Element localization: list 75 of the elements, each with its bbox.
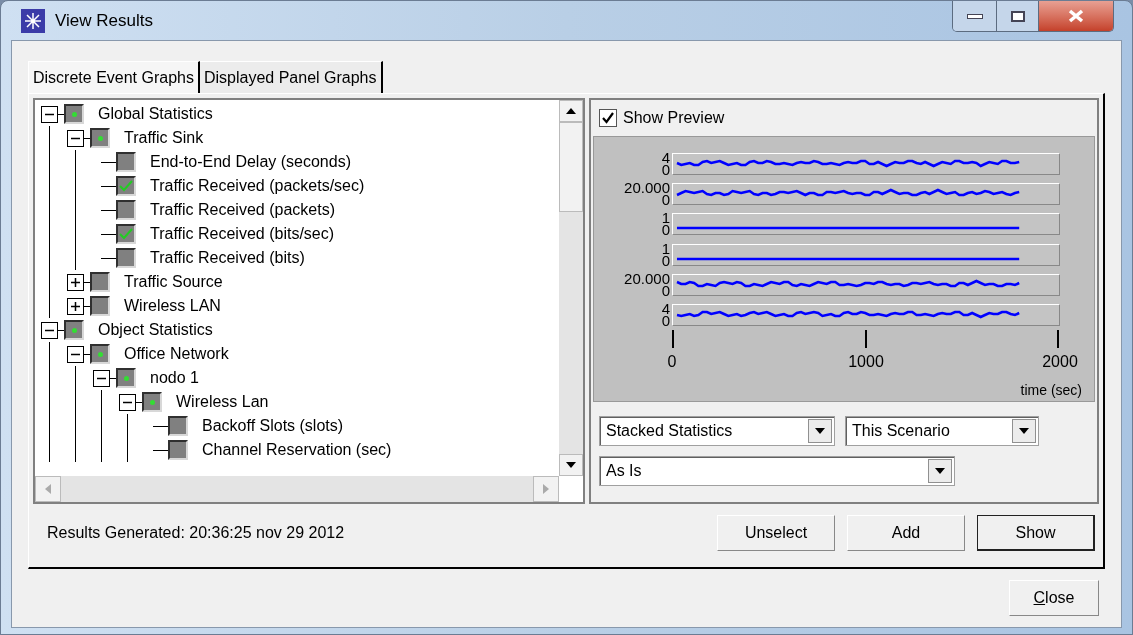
expand-icon[interactable] (67, 273, 84, 291)
axis-label: 0 (661, 164, 670, 177)
tree-item[interactable]: Object Statistics (98, 318, 213, 342)
tree-item[interactable]: Traffic Received (packets/sec) (150, 174, 365, 198)
tree-item[interactable]: Office Network (124, 342, 229, 366)
collapse-icon[interactable] (67, 129, 84, 147)
tick-label: 1000 (847, 352, 885, 373)
scroll-thumb[interactable] (559, 122, 583, 212)
axis-label: 0 (661, 254, 670, 267)
status-text: Results Generated: 20:36:25 nov 29 2012 (47, 523, 345, 543)
window-title: View Results (55, 9, 153, 32)
axis-label: 1 (661, 242, 670, 255)
scroll-up-icon[interactable] (559, 100, 583, 122)
checkbox[interactable] (599, 109, 617, 127)
axis-label: 4 (661, 302, 670, 315)
axis-label: 20.000 (624, 272, 670, 285)
checkbox[interactable] (116, 248, 136, 268)
tree-item[interactable]: Wireless LAN (124, 294, 221, 318)
partial-checkbox[interactable] (116, 368, 136, 388)
checkbox[interactable] (90, 272, 110, 292)
expand-icon[interactable] (67, 297, 84, 315)
collapse-icon[interactable] (93, 369, 110, 387)
axis-label: 0 (661, 284, 670, 297)
dropdown[interactable]: As Is (599, 456, 955, 486)
minimize-button[interactable] (953, 1, 997, 31)
tick-label: 2000 (1041, 352, 1079, 373)
scroll-down-icon[interactable] (559, 454, 583, 476)
checkbox[interactable] (90, 296, 110, 316)
app-star-icon (21, 8, 45, 33)
close-icon[interactable] (1039, 1, 1113, 31)
action-button[interactable]: Unselect (717, 515, 835, 551)
tree-item[interactable]: nodo 1 (150, 366, 199, 390)
tree-item[interactable]: Traffic Received (packets) (150, 198, 335, 222)
axis-label: 20.000 (624, 182, 670, 195)
collapse-icon[interactable] (67, 345, 84, 363)
checkbox[interactable] (116, 152, 136, 172)
tree-item[interactable]: Backoff Slots (slots) (202, 414, 344, 438)
axis-label: 4 (661, 152, 670, 165)
partial-checkbox[interactable] (64, 104, 84, 124)
axis-label: 0 (661, 194, 670, 207)
tree-item[interactable]: Traffic Source (124, 270, 223, 294)
collapse-icon[interactable] (41, 321, 58, 339)
maximize-button[interactable] (997, 1, 1039, 31)
tree-item[interactable]: End-to-End Delay (seconds) (150, 150, 351, 174)
tree-item[interactable]: Channel Reservation (sec) (202, 438, 392, 462)
tree-item[interactable]: Traffic Received (bits/sec) (150, 222, 335, 246)
checkbox[interactable] (168, 416, 188, 436)
checked-checkbox[interactable] (116, 176, 136, 196)
partial-checkbox[interactable] (90, 344, 110, 364)
tick-label: 0 (666, 352, 678, 373)
dropdown[interactable]: Stacked Statistics (599, 416, 835, 446)
tree-item[interactable]: Wireless Lan (176, 390, 269, 414)
collapse-icon[interactable] (119, 393, 136, 411)
checkbox[interactable] (168, 440, 188, 460)
checked-checkbox[interactable] (116, 224, 136, 244)
axis-label: 1 (661, 212, 670, 225)
axis-title: time (sec) (1020, 381, 1082, 401)
close-button[interactable]: Close (1009, 580, 1099, 616)
axis-label: 0 (661, 314, 670, 327)
dropdown[interactable]: This Scenario (845, 416, 1039, 446)
tab[interactable]: Displayed Panel Graphs (199, 61, 383, 93)
vertical-scrollbar[interactable] (559, 100, 583, 476)
tree-item[interactable]: Traffic Sink (124, 126, 204, 150)
partial-checkbox[interactable] (90, 128, 110, 148)
tree-item[interactable]: Traffic Received (bits) (150, 246, 305, 270)
action-button[interactable]: Show (977, 515, 1095, 551)
action-button[interactable]: Add (847, 515, 965, 551)
checkbox-label: Show Preview (623, 108, 725, 128)
collapse-icon[interactable] (41, 105, 58, 123)
tree-item[interactable]: Global Statistics (98, 102, 213, 126)
partial-checkbox[interactable] (142, 392, 162, 412)
axis-label: 0 (661, 224, 670, 237)
checkbox[interactable] (116, 200, 136, 220)
tab[interactable]: Discrete Event Graphs (28, 61, 200, 93)
partial-checkbox[interactable] (64, 320, 84, 340)
